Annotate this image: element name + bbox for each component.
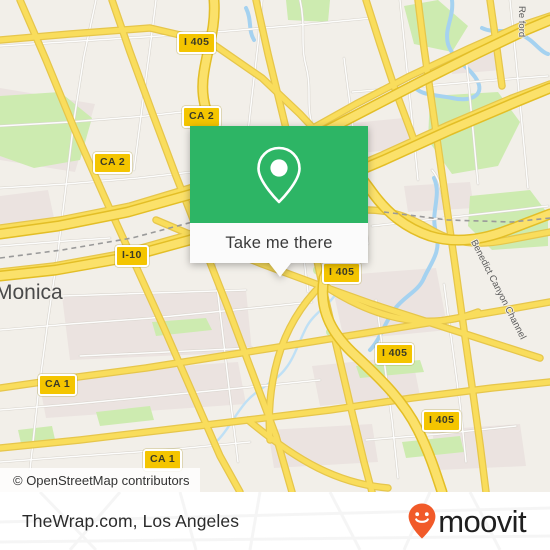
osm-attribution-bar: © OpenStreetMap contributors bbox=[0, 468, 200, 492]
take-me-there-label: Take me there bbox=[225, 233, 333, 252]
highway-shield: I 405 bbox=[322, 262, 362, 284]
highway-shield: CA 2 bbox=[182, 106, 222, 128]
moovit-map-screen: I 405 CA 2 CA 2 I-10 I 405 I 405 CA 1 I … bbox=[0, 0, 550, 550]
popup-action-bar[interactable]: Take me there bbox=[190, 223, 368, 263]
destination-popup-card[interactable]: Take me there bbox=[190, 126, 368, 277]
osm-attribution-text: © OpenStreetMap contributors bbox=[13, 472, 190, 488]
highway-shield: I 405 bbox=[422, 410, 462, 432]
map-canvas[interactable]: I 405 CA 2 CA 2 I-10 I 405 I 405 CA 1 I … bbox=[0, 0, 550, 492]
highway-shield: I 405 bbox=[177, 32, 217, 54]
popup-pointer-tail bbox=[269, 263, 291, 277]
footer-bar: TheWrap.com, Los Angeles moovit bbox=[0, 492, 550, 550]
popup-icon-panel bbox=[190, 126, 368, 223]
moovit-pin-smile-icon bbox=[408, 503, 436, 539]
place-label-monica: Monica bbox=[0, 281, 63, 304]
street-label-vertical: Re ford bbox=[516, 6, 527, 38]
highway-shield: I 405 bbox=[375, 343, 415, 365]
highway-shield: I-10 bbox=[115, 245, 149, 267]
moovit-wordmark: moovit bbox=[438, 503, 526, 539]
moovit-logo[interactable]: moovit bbox=[407, 502, 527, 540]
highway-shield: CA 2 bbox=[93, 152, 133, 174]
location-title: TheWrap.com, Los Angeles bbox=[22, 510, 240, 531]
highway-shield: CA 1 bbox=[38, 374, 78, 396]
map-pin-icon bbox=[257, 146, 301, 203]
